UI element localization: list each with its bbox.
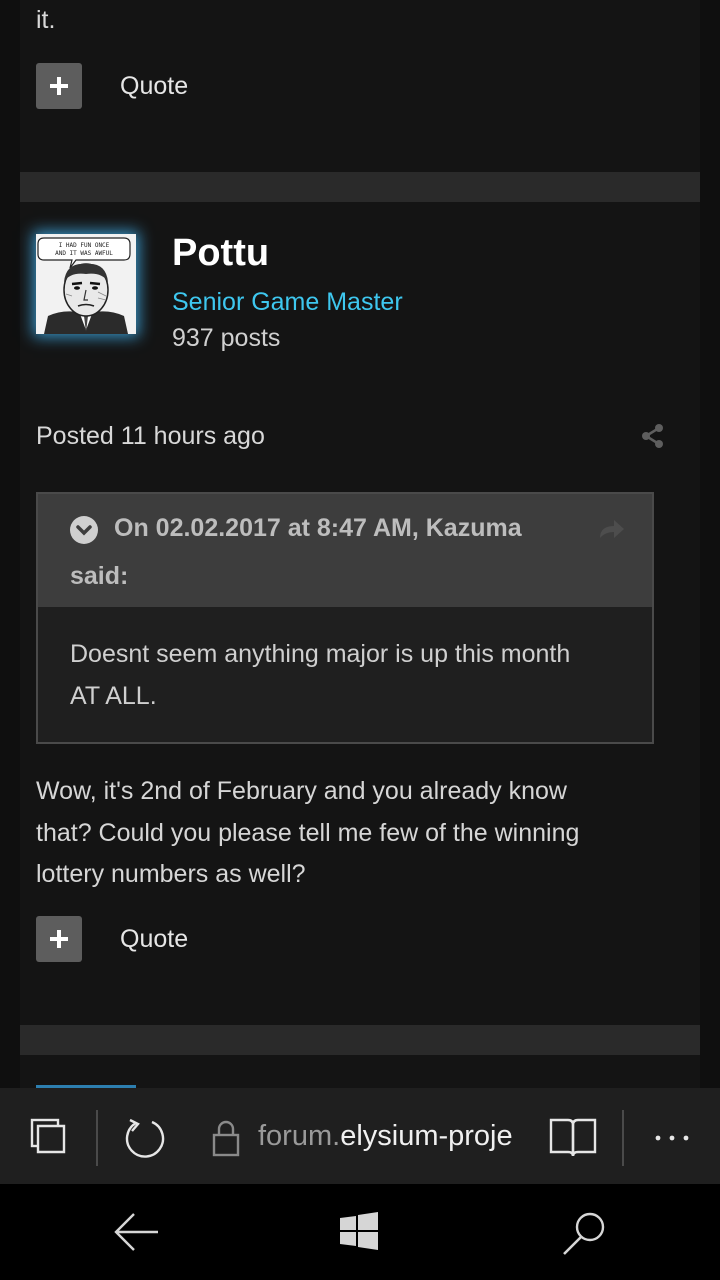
post-separator <box>20 172 700 202</box>
plus-one-button[interactable] <box>36 916 82 962</box>
post-separator <box>20 1025 700 1055</box>
back-arrow-icon[interactable] <box>112 1210 160 1254</box>
post-body-line-3: lottery numbers as well? <box>36 860 306 888</box>
view-quoted-post-icon[interactable] <box>596 516 626 542</box>
windows-start-icon[interactable] <box>338 1212 380 1252</box>
quote-text-line-2: AT ALL. <box>70 682 157 710</box>
quote-header: On 02.02.2017 at 8:47 AM, Kazuma said: <box>38 494 652 607</box>
avatar-comic-image: I HAD FUN ONCE AND IT WAS AWFUL <box>36 234 136 334</box>
more-options-icon[interactable] <box>652 1132 692 1144</box>
quote-text-line-1: Doesnt seem anything major is up this mo… <box>70 640 571 668</box>
author-rank: Senior Game Master <box>172 288 403 316</box>
quote-button[interactable]: Quote <box>120 925 188 954</box>
url-prefix: forum. <box>258 1120 341 1152</box>
search-icon[interactable] <box>560 1210 608 1258</box>
quote-attribution-said: said: <box>70 562 129 590</box>
system-navigation-bar <box>0 1184 720 1280</box>
toolbar-divider <box>96 1110 98 1166</box>
post-body-line-1: Wow, it's 2nd of February and you alread… <box>36 777 567 805</box>
tabs-icon[interactable] <box>28 1118 68 1158</box>
author-post-count: 937 posts <box>172 324 281 352</box>
quote-button[interactable]: Quote <box>120 72 188 101</box>
post-body-line-2: that? Could you please tell me few of th… <box>36 819 580 847</box>
browser-toolbar: forum.elysium-proje <box>0 1088 720 1184</box>
chevron-down-icon[interactable] <box>70 516 98 544</box>
forum-page: it. Quote I HAD FUN ONCE AND IT WAS AWFU… <box>0 0 720 1088</box>
posted-time: Posted 11 hours ago <box>36 422 265 450</box>
author-name[interactable]: Pottu <box>172 232 269 275</box>
svg-text:AND IT WAS AWFUL: AND IT WAS AWFUL <box>55 250 113 257</box>
lock-icon <box>212 1120 240 1157</box>
refresh-icon[interactable] <box>122 1116 168 1162</box>
url-domain: elysium-proje <box>340 1120 513 1152</box>
share-icon[interactable] <box>640 423 666 449</box>
quoted-post: On 02.02.2017 at 8:47 AM, Kazuma said: D… <box>36 492 654 744</box>
toolbar-divider <box>622 1110 624 1166</box>
avatar[interactable]: I HAD FUN ONCE AND IT WAS AWFUL <box>36 234 136 334</box>
quote-attribution: On 02.02.2017 at 8:47 AM, Kazuma <box>114 514 522 542</box>
plus-one-button[interactable] <box>36 63 82 109</box>
previous-post-text: it. <box>36 6 56 34</box>
reading-view-icon[interactable] <box>548 1114 598 1160</box>
address-bar[interactable]: forum.elysium-proje <box>258 1120 513 1153</box>
svg-text:I HAD FUN ONCE: I HAD FUN ONCE <box>59 242 110 249</box>
